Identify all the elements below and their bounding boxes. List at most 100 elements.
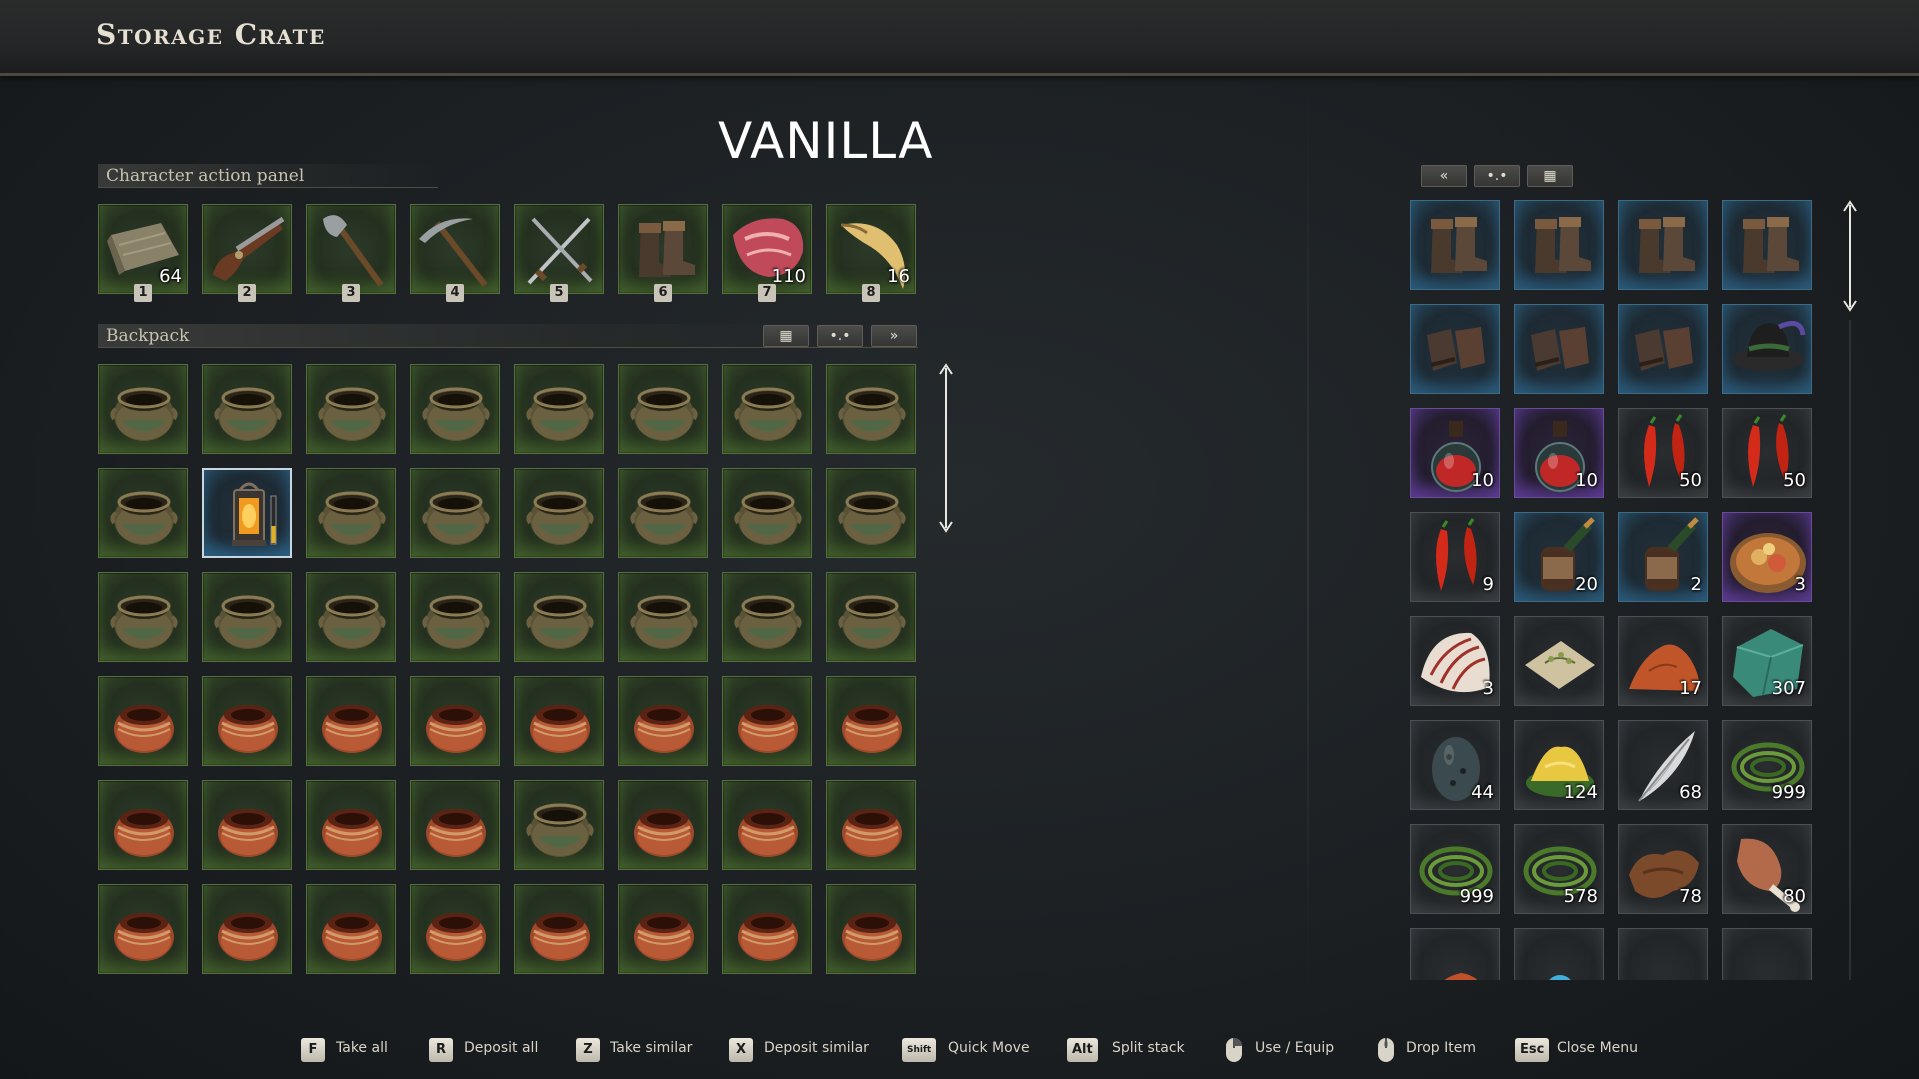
action-slot-7[interactable]: 110 — [722, 204, 812, 294]
storage-slot[interactable]: 9 — [1410, 512, 1500, 602]
hint-close-menu[interactable]: Close Menu — [1557, 1040, 1638, 1056]
backpack-slot[interactable] — [722, 676, 812, 766]
storage-slot[interactable]: 3 — [1410, 616, 1500, 706]
storage-slot[interactable]: 68 — [1618, 720, 1708, 810]
backpack-slot[interactable] — [722, 468, 812, 558]
storage-scrollbar[interactable] — [1843, 200, 1857, 312]
backpack-slot[interactable] — [826, 572, 916, 662]
backpack-slot[interactable] — [826, 780, 916, 870]
backpack-slot[interactable] — [98, 780, 188, 870]
storage-slot[interactable]: 3 — [1722, 512, 1812, 602]
action-slot-6[interactable] — [618, 204, 708, 294]
backpack-slot[interactable] — [618, 780, 708, 870]
storage-grid-button[interactable]: ▦ — [1527, 165, 1573, 187]
storage-slot[interactable]: 44 — [1410, 720, 1500, 810]
storage-slot[interactable]: 999 — [1722, 720, 1812, 810]
storage-slot[interactable]: 50 — [1722, 408, 1812, 498]
action-slot-1[interactable]: 64 — [98, 204, 188, 294]
backpack-slot[interactable] — [722, 364, 812, 454]
backpack-slot[interactable] — [826, 364, 916, 454]
action-slot-4[interactable] — [410, 204, 500, 294]
backpack-slot[interactable] — [202, 780, 292, 870]
backpack-slot[interactable] — [826, 468, 916, 558]
storage-sort-button[interactable]: •.• — [1474, 165, 1520, 187]
storage-slot[interactable] — [1410, 304, 1500, 394]
backpack-slot[interactable] — [618, 364, 708, 454]
backpack-slot[interactable] — [410, 364, 500, 454]
storage-slot[interactable] — [1618, 304, 1708, 394]
backpack-slot[interactable] — [98, 676, 188, 766]
storage-slot[interactable]: 50 — [1618, 408, 1708, 498]
backpack-slot[interactable] — [202, 676, 292, 766]
backpack-slot[interactable] — [410, 572, 500, 662]
backpack-slot[interactable] — [514, 780, 604, 870]
storage-slot[interactable]: 10 — [1514, 408, 1604, 498]
storage-slot[interactable] — [1514, 928, 1604, 980]
backpack-slot[interactable] — [826, 676, 916, 766]
storage-slot[interactable]: 20 — [1514, 512, 1604, 602]
storage-slot[interactable] — [1410, 928, 1500, 980]
backpack-slot[interactable] — [202, 572, 292, 662]
backpack-slot[interactable] — [410, 884, 500, 974]
backpack-slot[interactable] — [514, 468, 604, 558]
backpack-slot[interactable] — [618, 468, 708, 558]
storage-slot[interactable] — [1514, 304, 1604, 394]
backpack-slot[interactable] — [410, 676, 500, 766]
hint-deposit-all[interactable]: Deposit all — [464, 1040, 538, 1056]
storage-transfer-button[interactable]: « — [1421, 165, 1467, 187]
storage-slot[interactable]: 307 — [1722, 616, 1812, 706]
action-slot-8[interactable]: 16 — [826, 204, 916, 294]
storage-slot[interactable] — [1722, 200, 1812, 290]
backpack-sort-button[interactable]: •.• — [817, 325, 863, 347]
storage-slot[interactable]: 80 — [1722, 824, 1812, 914]
hint-take-all[interactable]: Take all — [336, 1040, 388, 1056]
storage-slot[interactable]: 578 — [1514, 824, 1604, 914]
backpack-slot[interactable] — [306, 884, 396, 974]
storage-slot[interactable] — [1618, 200, 1708, 290]
backpack-slot[interactable] — [618, 572, 708, 662]
backpack-slot[interactable] — [306, 468, 396, 558]
backpack-slot[interactable] — [410, 468, 500, 558]
storage-slot[interactable]: 124 — [1514, 720, 1604, 810]
backpack-slot[interactable] — [826, 884, 916, 974]
backpack-scrollbar[interactable] — [939, 362, 953, 534]
storage-slot[interactable] — [1722, 928, 1812, 980]
backpack-slot[interactable] — [722, 572, 812, 662]
backpack-slot[interactable] — [202, 364, 292, 454]
backpack-slot[interactable] — [98, 468, 188, 558]
backpack-slot[interactable] — [306, 572, 396, 662]
storage-slot[interactable] — [1618, 928, 1708, 980]
storage-slot[interactable]: 10 — [1410, 408, 1500, 498]
hint-split-stack[interactable]: Split stack — [1112, 1040, 1185, 1056]
backpack-slot[interactable] — [306, 676, 396, 766]
hint-deposit-similar[interactable]: Deposit similar — [764, 1040, 869, 1056]
storage-slot[interactable]: 2 — [1618, 512, 1708, 602]
storage-slot[interactable] — [1410, 200, 1500, 290]
backpack-slot[interactable] — [98, 572, 188, 662]
storage-slot[interactable] — [1514, 200, 1604, 290]
backpack-slot[interactable] — [98, 364, 188, 454]
hint-take-similar[interactable]: Take similar — [610, 1040, 692, 1056]
backpack-slot[interactable] — [514, 884, 604, 974]
backpack-slot[interactable] — [514, 572, 604, 662]
storage-slot[interactable]: 17 — [1618, 616, 1708, 706]
action-slot-5[interactable] — [514, 204, 604, 294]
backpack-slot[interactable] — [722, 780, 812, 870]
backpack-slot[interactable] — [306, 780, 396, 870]
storage-slot[interactable]: 999 — [1410, 824, 1500, 914]
backpack-slot[interactable] — [514, 364, 604, 454]
storage-slot[interactable] — [1514, 616, 1604, 706]
backpack-slot[interactable] — [722, 884, 812, 974]
hint-drop-item[interactable]: Drop Item — [1406, 1040, 1476, 1056]
storage-slot[interactable] — [1722, 304, 1812, 394]
backpack-transfer-button[interactable]: » — [871, 325, 917, 347]
backpack-slot[interactable] — [618, 676, 708, 766]
backpack-grid-button[interactable]: ▦ — [763, 325, 809, 347]
action-slot-2[interactable] — [202, 204, 292, 294]
backpack-slot[interactable] — [202, 884, 292, 974]
action-slot-3[interactable] — [306, 204, 396, 294]
storage-slot[interactable]: 78 — [1618, 824, 1708, 914]
backpack-slot[interactable] — [514, 676, 604, 766]
hint-use-equip[interactable]: Use / Equip — [1255, 1040, 1334, 1056]
backpack-slot[interactable] — [98, 884, 188, 974]
